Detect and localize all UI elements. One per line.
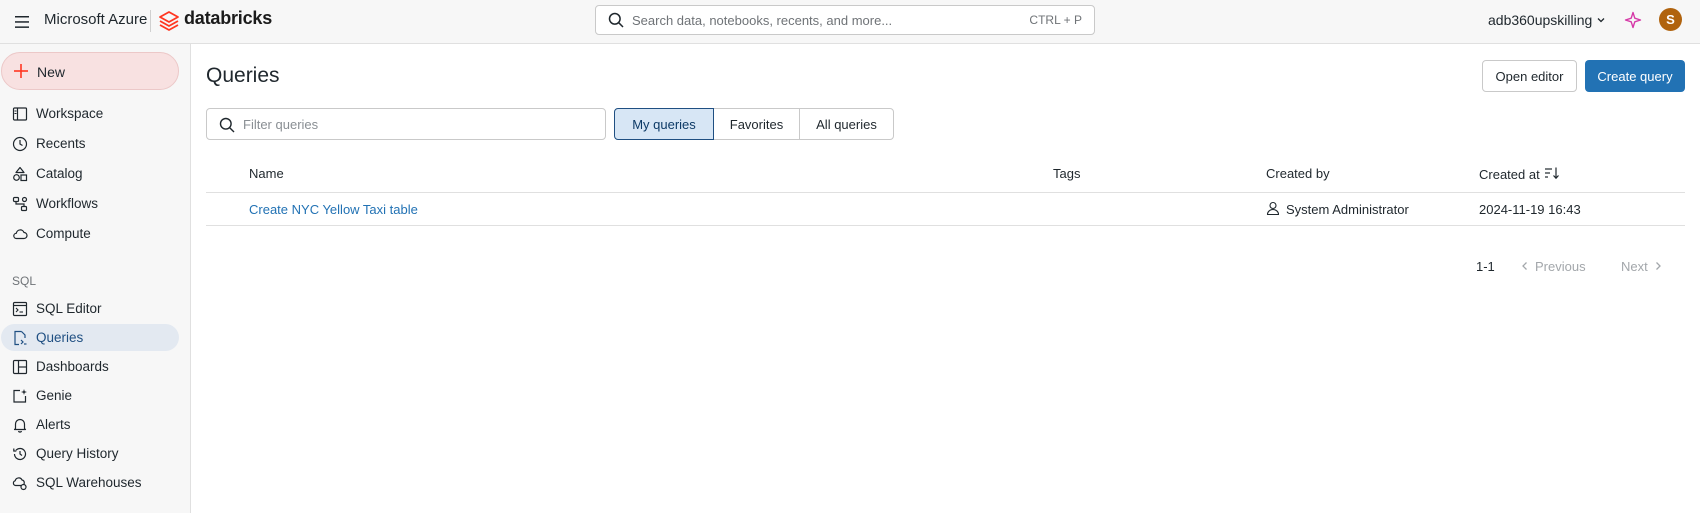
catalog-icon — [12, 166, 28, 182]
sidebar-item-label: Compute — [36, 226, 91, 241]
sidebar-item-recents[interactable]: Recents — [1, 130, 179, 157]
workspace-icon — [12, 106, 28, 122]
sidebar-item-label: Workspace — [36, 106, 104, 121]
search-placeholder: Search data, notebooks, recents, and mor… — [632, 13, 893, 28]
sql-editor-icon — [12, 301, 28, 317]
sidebar-item-genie[interactable]: Genie — [1, 382, 179, 409]
hamburger-menu-icon[interactable] — [9, 9, 35, 35]
databricks-logo-icon[interactable] — [158, 10, 180, 35]
tab-my-queries[interactable]: My queries — [614, 108, 714, 140]
warehouse-icon — [12, 475, 28, 491]
new-button[interactable]: New — [1, 52, 179, 90]
user-avatar[interactable]: S — [1659, 8, 1682, 31]
column-header-tags[interactable]: Tags — [1053, 166, 1080, 181]
pagination-previous-label: Previous — [1535, 259, 1586, 274]
global-search-input[interactable]: Search data, notebooks, recents, and mor… — [595, 5, 1095, 35]
sidebar-item-label: Query History — [36, 446, 119, 461]
sidebar-item-label: SQL Editor — [36, 301, 102, 316]
workspace-switcher[interactable]: adb360upskilling — [1488, 12, 1606, 28]
table-row-divider — [206, 225, 1685, 226]
sidebar: New Workspace Recents Catalog Workflows … — [0, 44, 191, 513]
sidebar-item-label: Catalog — [36, 166, 83, 181]
open-editor-button[interactable]: Open editor — [1482, 60, 1577, 92]
column-header-label: Created at — [1479, 167, 1540, 182]
sidebar-item-query-history[interactable]: Query History — [1, 440, 179, 467]
cloud-icon — [12, 226, 28, 242]
chevron-right-icon — [1654, 259, 1662, 274]
page-title: Queries — [206, 64, 280, 87]
dashboards-icon — [12, 359, 28, 375]
genie-icon — [12, 388, 28, 404]
history-icon — [12, 446, 28, 462]
sidebar-item-label: Workflows — [36, 196, 99, 211]
filter-placeholder: Filter queries — [243, 117, 319, 132]
pagination-next-label: Next — [1621, 259, 1648, 274]
pagination-range: 1-1 — [1476, 259, 1495, 274]
new-button-label: New — [37, 64, 66, 80]
column-header-created-by[interactable]: Created by — [1266, 166, 1330, 181]
search-icon — [219, 117, 235, 136]
sidebar-item-workflows[interactable]: Workflows — [1, 190, 179, 217]
top-bar: Microsoft Azure databricks Search data, … — [0, 0, 1700, 44]
column-header-created-at[interactable]: Created at — [1479, 166, 1560, 183]
chevron-left-icon — [1521, 259, 1529, 274]
query-created-by: System Administrator — [1266, 201, 1409, 218]
query-created-at: 2024-11-19 16:43 — [1479, 202, 1581, 217]
filter-queries-input[interactable]: Filter queries — [206, 108, 606, 140]
pagination-previous-button[interactable]: Previous — [1521, 259, 1586, 274]
plus-icon — [13, 63, 29, 82]
sidebar-item-label: Genie — [36, 388, 73, 403]
tab-favorites[interactable]: Favorites — [713, 108, 800, 140]
sidebar-item-alerts[interactable]: Alerts — [1, 411, 179, 438]
databricks-wordmark[interactable]: databricks — [184, 8, 272, 29]
table-header-divider — [206, 192, 1685, 193]
sidebar-item-label: SQL Warehouses — [36, 475, 142, 490]
assistant-sparkle-icon[interactable] — [1624, 11, 1642, 32]
brand-divider — [150, 10, 151, 32]
bell-icon — [12, 417, 28, 433]
create-query-button[interactable]: Create query — [1585, 60, 1685, 92]
sidebar-item-label: Alerts — [36, 417, 71, 432]
sidebar-item-sql-editor[interactable]: SQL Editor — [1, 295, 179, 322]
creator-name: System Administrator — [1286, 202, 1409, 217]
sidebar-item-workspace[interactable]: Workspace — [1, 100, 179, 127]
sidebar-item-label: Dashboards — [36, 359, 109, 374]
clock-icon — [12, 136, 28, 152]
sidebar-item-catalog[interactable]: Catalog — [1, 160, 179, 187]
column-header-name[interactable]: Name — [249, 166, 284, 181]
sidebar-item-label: Recents — [36, 136, 86, 151]
sort-descending-icon[interactable] — [1544, 166, 1560, 183]
sql-section-label: SQL — [12, 274, 37, 288]
search-icon — [608, 12, 624, 31]
search-shortcut-hint: CTRL + P — [1029, 13, 1082, 27]
tab-all-queries[interactable]: All queries — [799, 108, 894, 140]
workflows-icon — [12, 196, 28, 212]
sidebar-item-label: Queries — [36, 330, 84, 345]
sidebar-item-sql-warehouses[interactable]: SQL Warehouses — [1, 469, 179, 496]
pagination-next-button[interactable]: Next — [1621, 259, 1662, 274]
microsoft-azure-label: Microsoft Azure — [44, 11, 148, 28]
sidebar-item-compute[interactable]: Compute — [1, 220, 179, 247]
queries-icon — [12, 330, 28, 346]
user-icon — [1266, 201, 1280, 218]
query-name-link[interactable]: Create NYC Yellow Taxi table — [249, 202, 418, 217]
sidebar-item-dashboards[interactable]: Dashboards — [1, 353, 179, 380]
workspace-name: adb360upskilling — [1488, 12, 1593, 28]
sidebar-item-queries[interactable]: Queries — [1, 324, 179, 351]
chevron-down-icon — [1596, 12, 1606, 28]
